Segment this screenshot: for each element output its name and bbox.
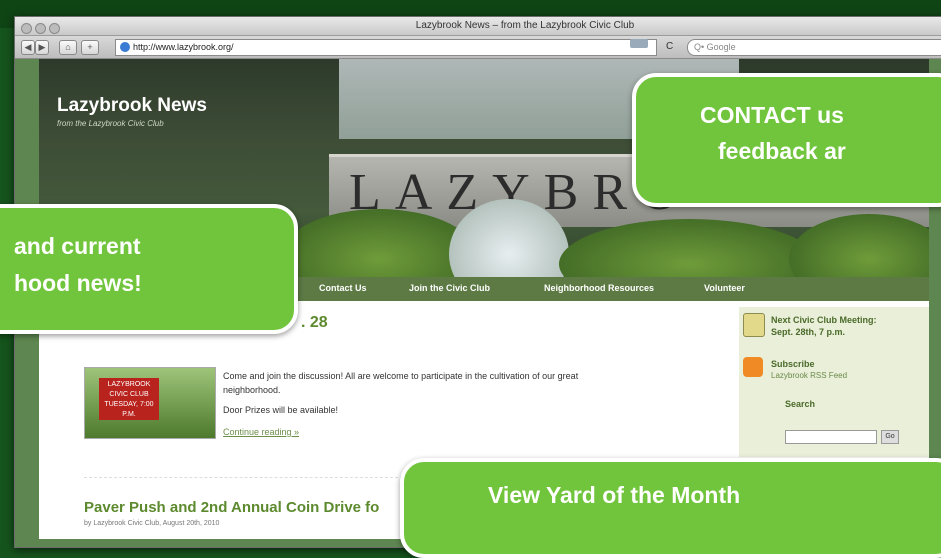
- post-text: Door Prizes will be available!: [223, 405, 339, 415]
- post-thumbnail[interactable]: LAZYBROOK CIVIC CLUB TUESDAY, 7:00 P.M.: [84, 367, 216, 439]
- site-tagline: from the Lazybrook Civic Club: [57, 119, 164, 128]
- home-button[interactable]: ⌂: [59, 40, 77, 55]
- news-callout[interactable]: and current hood news!: [0, 204, 298, 334]
- nav-item-resources[interactable]: Neighborhood Resources: [544, 283, 654, 293]
- globe-icon: [120, 42, 130, 52]
- add-bookmark-button[interactable]: +: [81, 40, 99, 55]
- address-bar[interactable]: http://www.lazybrook.org/: [115, 39, 657, 56]
- thumbnail-sign: LAZYBROOK CIVIC CLUB TUESDAY, 7:00 P.M.: [99, 378, 159, 420]
- callout-line: feedback ar: [718, 138, 846, 164]
- forward-button[interactable]: ▶: [35, 40, 49, 55]
- subscribe-link[interactable]: Lazybrook RSS Feed: [771, 371, 847, 380]
- thumbnail-sign-line: TUESDAY, 7:00 P.M.: [104, 401, 154, 418]
- continue-reading-link[interactable]: Continue reading »: [223, 427, 299, 437]
- post-date: . 28: [301, 314, 328, 331]
- sidebar-search-input[interactable]: [785, 430, 877, 444]
- callout-line: CONTACT us: [700, 102, 844, 128]
- callout-line: hood news!: [14, 270, 142, 296]
- sidebar: Next Civic Club Meeting: Sept. 28th, 7 p…: [739, 307, 929, 457]
- nav-item-contact[interactable]: Contact Us: [319, 283, 367, 293]
- rss-feed-icon[interactable]: [743, 357, 763, 377]
- thumbnail-sign-line: CIVIC CLUB: [109, 391, 149, 398]
- calendar-icon: [743, 313, 765, 337]
- post-title[interactable]: Paver Push and 2nd Annual Coin Drive fo: [84, 499, 379, 516]
- subscribe-title[interactable]: Subscribe: [771, 359, 815, 369]
- shrub: [559, 219, 819, 277]
- site-title[interactable]: Lazybrook News: [57, 95, 207, 117]
- post-text: neighborhood.: [223, 385, 281, 395]
- yard-of-month-callout[interactable]: View Yard of the Month: [400, 458, 941, 558]
- meeting-title: Next Civic Club Meeting:: [771, 315, 877, 325]
- browser-toolbar: ◀ ▶ ⌂ + http://www.lazybrook.org/ C Q• G…: [15, 36, 941, 59]
- meeting-date: Sept. 28th, 7 p.m.: [771, 327, 846, 337]
- contact-callout[interactable]: CONTACT us feedback ar: [632, 73, 941, 207]
- window-title: Lazybrook News – from the Lazybrook Civi…: [415, 20, 635, 31]
- post-meta: by Lazybrook Civic Club, August 20th, 20…: [84, 520, 220, 527]
- window-titlebar: Lazybrook News – from the Lazybrook Civi…: [15, 17, 941, 36]
- post-text: Come and join the discussion! All are we…: [223, 371, 579, 381]
- back-button[interactable]: ◀: [21, 40, 35, 55]
- nav-item-join[interactable]: Join the Civic Club: [409, 283, 490, 293]
- thumbnail-sign-line: LAZYBROOK: [107, 381, 151, 388]
- callout-line: and current: [14, 233, 141, 259]
- rss-icon[interactable]: [630, 39, 648, 48]
- callout-line: View Yard of the Month: [488, 482, 741, 508]
- sidebar-search-button[interactable]: Go: [881, 430, 899, 444]
- address-text: http://www.lazybrook.org/: [133, 42, 234, 52]
- nav-item-volunteer[interactable]: Volunteer: [704, 283, 745, 293]
- search-input[interactable]: Q• Google: [687, 39, 941, 56]
- reload-button[interactable]: C: [666, 41, 673, 52]
- search-label: Search: [785, 399, 816, 409]
